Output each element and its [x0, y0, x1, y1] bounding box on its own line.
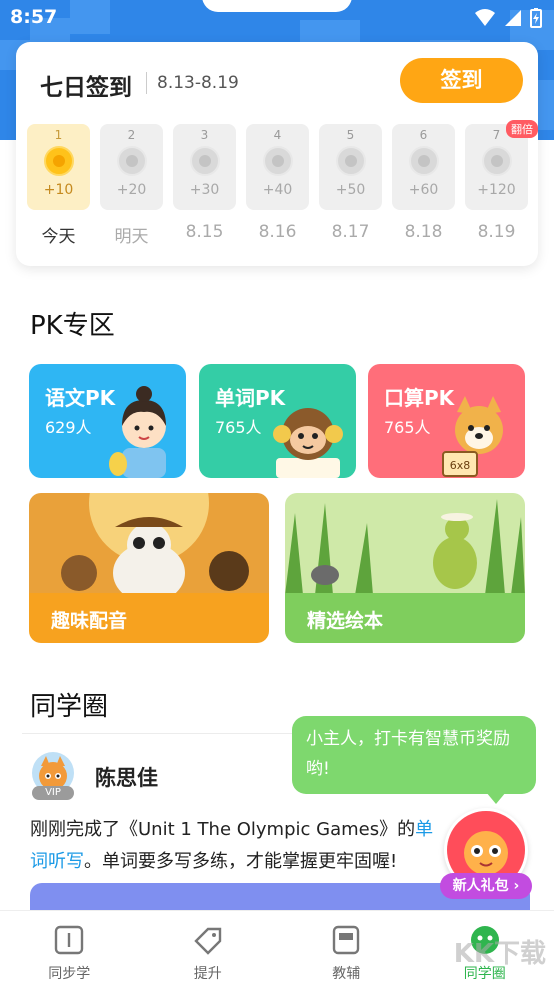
feature-label: 趣味配音 [51, 610, 128, 632]
checkin-date-range: 8.13-8.19 [157, 73, 239, 93]
day-number: 6 [419, 128, 428, 142]
coin-icon [43, 146, 74, 176]
checkin-day-3[interactable]: 3 +30 8.15 [173, 124, 236, 247]
checkin-title: 七日签到 [40, 75, 132, 101]
classmates-section-title: 同学圈 [30, 692, 109, 722]
wifi-icon [475, 9, 495, 26]
checkin-day-1[interactable]: 1 +10 今天 [27, 124, 90, 247]
coin-icon [116, 146, 147, 176]
day-number: 2 [127, 128, 136, 142]
watermark-logo: KK下载 [453, 939, 546, 969]
checkin-button[interactable]: 签到 [400, 58, 523, 103]
double-reward-badge: 翻倍 [506, 120, 538, 138]
checkin-day-6[interactable]: 6 +60 8.18 [392, 124, 455, 247]
feature-card-picture-books[interactable]: 精选绘本 [285, 493, 525, 643]
checkin-day-5[interactable]: 5 +50 8.17 [319, 124, 382, 247]
coin-icon [408, 146, 439, 176]
pk-section-title: PK专区 [30, 311, 115, 341]
day-label: 8.19 [477, 222, 516, 242]
coin-icon [481, 146, 512, 176]
checkin-day-2[interactable]: 2 +20 明天 [100, 124, 163, 247]
tag-icon [194, 927, 221, 955]
notch [202, 0, 352, 12]
bottom-nav: 同步学 提升 教辅 同学圈 KK下载 [0, 910, 554, 984]
day-label: 8.16 [258, 222, 297, 242]
checkin-divider [146, 72, 147, 94]
day-reward: +20 [116, 182, 147, 198]
post-author[interactable]: 陈思佳 [95, 762, 158, 792]
monkey-icon [273, 408, 343, 478]
day-label: 今天 [41, 227, 76, 247]
nav-label: 同步学 [48, 966, 91, 982]
nav-label: 教辅 [332, 966, 361, 982]
day-reward: +60 [408, 182, 439, 198]
pk-card-count: 765人 [384, 418, 431, 437]
scholar-boy-icon [109, 386, 166, 478]
shiba-dog-icon: 6x8 [442, 396, 503, 477]
feature-foot: 趣味配音 [29, 593, 269, 643]
feature-card-dubbing[interactable]: 趣味配音 [29, 493, 269, 643]
vip-badge: VIP [32, 786, 74, 800]
new-user-gift-button[interactable]: 新人礼包 › [440, 873, 532, 899]
post-text-after: 。单词要多写多练，才能掌握更牢固喔! [84, 851, 398, 872]
checkin-day-4[interactable]: 4 +40 8.16 [246, 124, 309, 247]
coin-icon [262, 146, 293, 176]
day-number: 4 [273, 128, 282, 142]
svg-text:6x8: 6x8 [450, 459, 471, 472]
tip-bubble: 小主人，打卡有智慧币奖励哟! [292, 716, 536, 794]
nav-item-tutoring[interactable]: 教辅 [277, 911, 416, 984]
pk-card-name: 语文PK [45, 386, 116, 410]
day-label: 8.18 [404, 222, 443, 242]
kung-fu-panda-image [29, 493, 269, 595]
day-reward: +120 [477, 182, 516, 198]
nav-label: 提升 [193, 966, 222, 982]
pk-card-count: 629人 [45, 418, 92, 437]
checkin-day-7[interactable]: 翻倍 7 +120 8.19 [465, 120, 538, 247]
feature-foot: 精选绘本 [285, 593, 525, 643]
post-text-before: 刚刚完成了《Unit 1 The Olympic Games》的 [30, 819, 416, 840]
day-reward: +40 [262, 182, 293, 198]
coin-icon [189, 146, 220, 176]
grasshopper-image [285, 493, 525, 595]
nav-item-improve[interactable]: 提升 [139, 911, 278, 984]
status-bar: 8:57 [0, 0, 554, 36]
day-number: 3 [200, 128, 209, 142]
signal-icon [505, 10, 521, 26]
day-number: 1 [54, 128, 63, 142]
pk-card-math[interactable]: 口算PK 765人 6x8 [368, 364, 525, 478]
status-icons [474, 8, 542, 28]
nav-item-sync-study[interactable]: 同步学 [0, 911, 139, 984]
checkin-days: 1 +10 今天 2 +20 明天 3 +30 8.15 4 +40 8.16 … [27, 120, 538, 247]
day-label: 8.15 [185, 222, 224, 242]
day-label: 明天 [114, 227, 149, 247]
textbook-icon [333, 925, 360, 955]
tip-bubble-tail [486, 792, 506, 804]
day-reward: +10 [43, 182, 74, 198]
post-text: 刚刚完成了《Unit 1 The Olympic Games》的单词听写。单词要… [30, 814, 450, 878]
status-time: 8:57 [10, 6, 58, 28]
checkin-card: 七日签到 8.13-8.19 签到 1 +10 今天 2 +20 明天 3 +3… [16, 42, 538, 266]
coin-icon [335, 146, 366, 176]
day-reward: +50 [335, 182, 366, 198]
pk-card-chinese[interactable]: 语文PK 629人 [29, 364, 186, 478]
battery-icon [530, 8, 542, 28]
book-icon [55, 925, 84, 955]
day-reward: +30 [189, 182, 220, 198]
feature-label: 精选绘本 [307, 610, 384, 632]
day-label: 8.17 [331, 222, 370, 242]
pk-card-words[interactable]: 单词PK 765人 [199, 364, 356, 478]
day-number: 5 [346, 128, 355, 142]
pk-card-count: 765人 [215, 418, 262, 437]
